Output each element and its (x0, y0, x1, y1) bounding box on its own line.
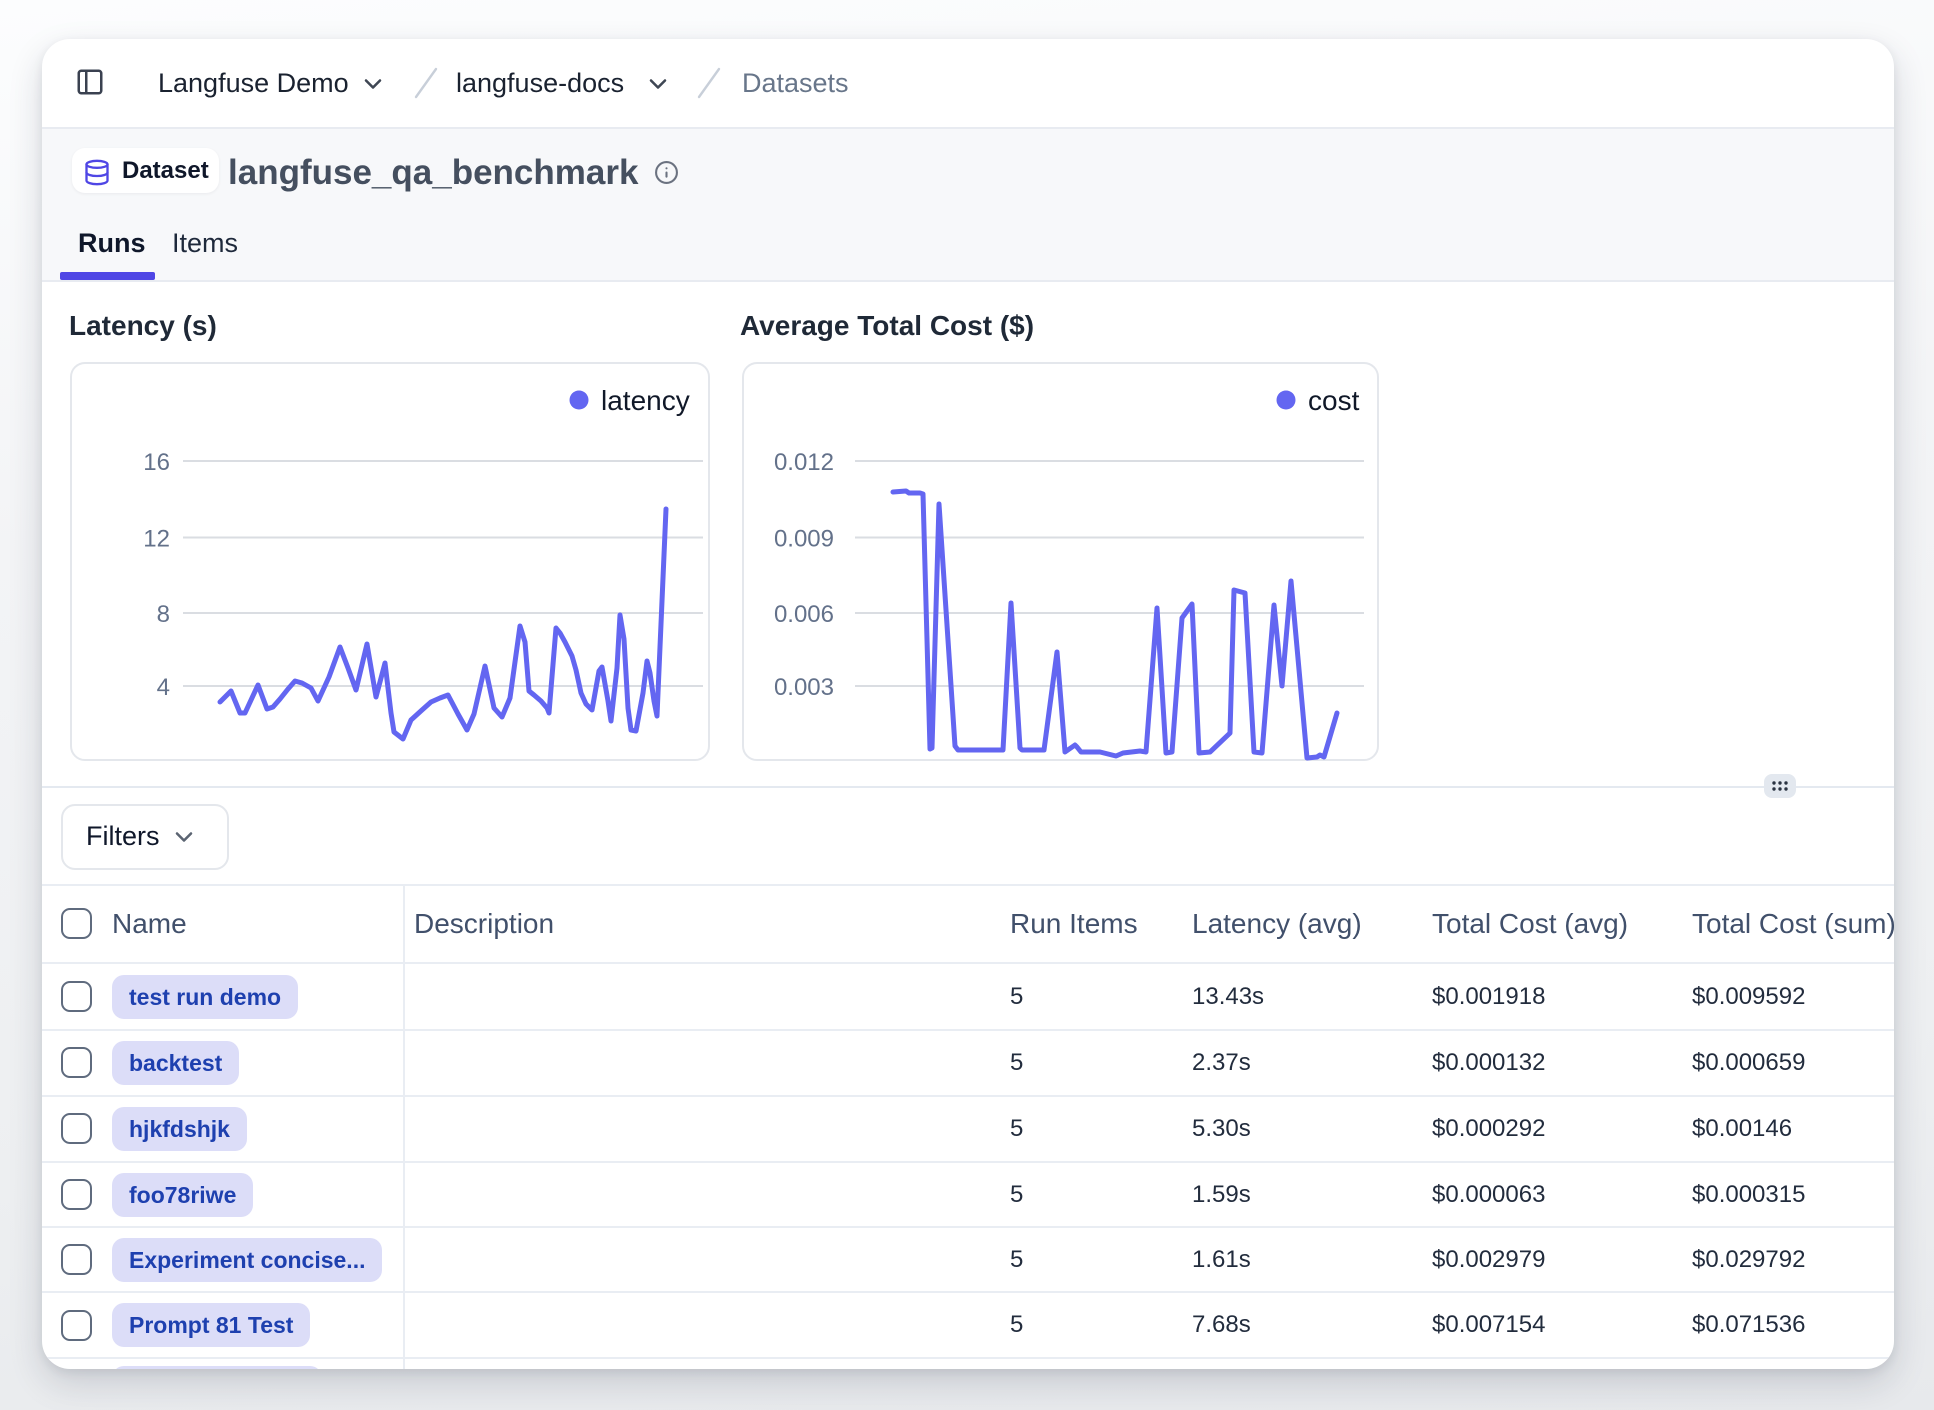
svg-text:cost: cost (1308, 385, 1360, 416)
svg-text:0.009: 0.009 (774, 526, 834, 553)
svg-text:0.003: 0.003 (774, 674, 834, 701)
svg-text:12: 12 (143, 526, 170, 553)
svg-text:8: 8 (157, 601, 170, 628)
svg-text:4: 4 (157, 674, 170, 701)
svg-text:0.012: 0.012 (774, 449, 834, 476)
svg-text:16: 16 (143, 449, 170, 476)
svg-text:latency: latency (601, 385, 690, 416)
svg-text:0.006: 0.006 (774, 601, 834, 628)
